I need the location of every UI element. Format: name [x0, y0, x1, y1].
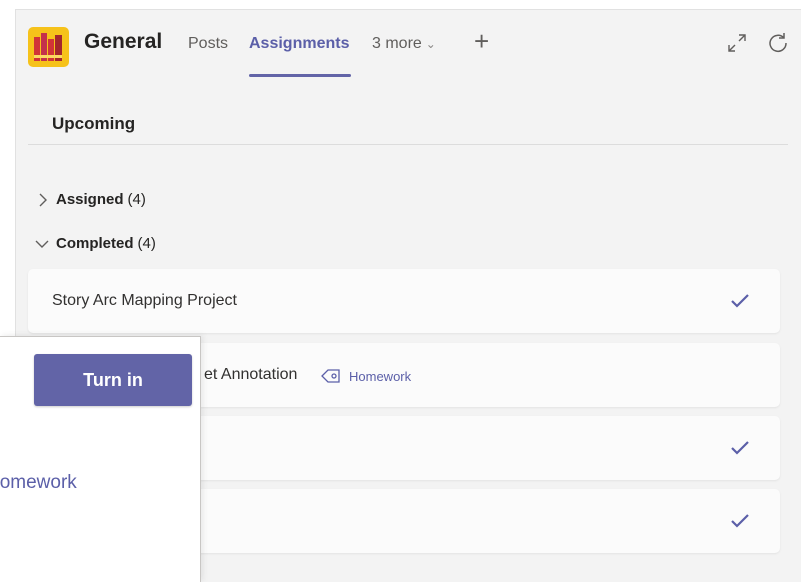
- check-icon: [731, 514, 749, 528]
- turn-in-button[interactable]: Turn in: [34, 354, 192, 406]
- tab-more-label: 3 more: [372, 35, 422, 52]
- refresh-icon[interactable]: [767, 31, 789, 58]
- channel-title: General: [84, 30, 163, 53]
- add-tab-button[interactable]: +: [474, 26, 489, 57]
- group-count: (4): [137, 235, 156, 252]
- assignment-title: et Annotation: [204, 366, 298, 383]
- check-icon: [731, 294, 749, 308]
- group-name: Completed: [56, 235, 134, 252]
- group-completed[interactable]: Completed (4): [34, 235, 156, 252]
- tab-assignments[interactable]: Assignments: [249, 35, 349, 53]
- group-assigned[interactable]: Assigned (4): [34, 191, 146, 208]
- chevron-down-icon: ⌄: [425, 37, 436, 51]
- assignment-card[interactable]: Story Arc Mapping Project: [28, 269, 780, 333]
- section-divider: [28, 144, 788, 145]
- tab-more-dropdown[interactable]: 3 more ⌄: [372, 35, 436, 53]
- books-app-icon: [28, 27, 69, 67]
- group-name: Assigned: [56, 191, 124, 208]
- chevron-down-icon: [35, 240, 49, 248]
- assignment-tag-label: Homework: [0, 472, 77, 493]
- assignment-tag: Homework: [320, 368, 411, 384]
- check-icon: [731, 441, 749, 455]
- assignment-title: Story Arc Mapping Project: [52, 292, 237, 309]
- group-count: (4): [127, 191, 146, 208]
- section-title-upcoming: Upcoming: [52, 114, 136, 133]
- active-tab-indicator: [249, 74, 351, 77]
- tab-posts[interactable]: Posts: [188, 35, 228, 53]
- channel-header: General Posts Assignments 3 more ⌄ +: [16, 10, 801, 79]
- chevron-right-icon: [39, 193, 47, 206]
- assignment-detail-popup: Turn in Homework: [0, 336, 201, 582]
- expand-icon[interactable]: [726, 32, 748, 59]
- tag-icon: [321, 369, 340, 383]
- assignment-tag-label: Homework: [349, 368, 412, 384]
